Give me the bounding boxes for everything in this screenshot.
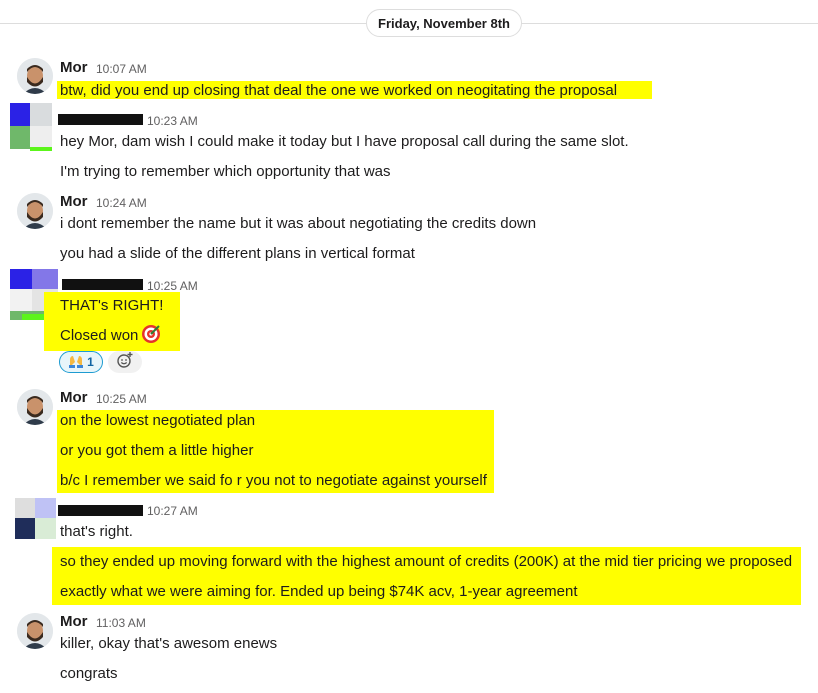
message-text: killer, okay that's awesom enews bbox=[60, 635, 278, 652]
timestamp[interactable]: 10:25 AM bbox=[147, 279, 198, 293]
author-name[interactable]: Mor bbox=[60, 59, 88, 76]
message-text: that's right. bbox=[60, 523, 133, 540]
reaction-pill[interactable]: 1 bbox=[59, 351, 103, 373]
author-name[interactable]: Mor bbox=[60, 389, 88, 406]
avatar[interactable] bbox=[17, 193, 53, 229]
timestamp[interactable]: 11:03 AM bbox=[96, 616, 146, 630]
redacted-author-name[interactable] bbox=[58, 505, 143, 516]
redacted-author-name[interactable] bbox=[62, 279, 143, 290]
message-text: I'm trying to remember which opportunity… bbox=[60, 163, 391, 180]
message-text: congrats bbox=[60, 665, 118, 682]
dart-emoji bbox=[141, 324, 161, 344]
message-text: THAT's RIGHT! bbox=[60, 297, 164, 314]
message-text: or you got them a little higher bbox=[60, 442, 254, 459]
add-reaction-button[interactable] bbox=[108, 351, 142, 373]
avatar[interactable] bbox=[15, 498, 56, 539]
timestamp[interactable]: 10:23 AM bbox=[147, 114, 198, 128]
message-text: i dont remember the name but it was abou… bbox=[60, 215, 537, 232]
raised-hands-icon bbox=[68, 354, 84, 371]
avatar[interactable] bbox=[17, 58, 53, 94]
avatar[interactable] bbox=[17, 389, 53, 425]
message-text: btw, did you end up closing that deal th… bbox=[60, 82, 618, 99]
avatar[interactable] bbox=[17, 613, 53, 649]
redacted-author-name[interactable] bbox=[58, 114, 143, 125]
add-emoji-icon bbox=[116, 351, 134, 374]
date-divider-pill[interactable]: Friday, November 8th bbox=[366, 9, 522, 37]
message-text: so they ended up moving forward with the… bbox=[60, 553, 793, 570]
author-name[interactable]: Mor bbox=[60, 613, 88, 630]
timestamp[interactable]: 10:25 AM bbox=[96, 392, 147, 406]
author-name[interactable]: Mor bbox=[60, 193, 88, 210]
message-text: Closed won bbox=[60, 327, 139, 344]
message-text: you had a slide of the different plans i… bbox=[60, 245, 415, 262]
message-text: exactly what we were aiming for. Ended u… bbox=[60, 583, 578, 600]
message-text: b/c I remember we said fo r you not to n… bbox=[60, 472, 487, 489]
reaction-count: 1 bbox=[87, 355, 94, 369]
message-text: on the lowest negotiated plan bbox=[60, 412, 256, 429]
avatar[interactable] bbox=[10, 103, 52, 151]
timestamp[interactable]: 10:07 AM bbox=[96, 62, 147, 76]
timestamp[interactable]: 10:27 AM bbox=[147, 504, 198, 518]
message-text: hey Mor, dam wish I could make it today … bbox=[60, 133, 629, 150]
timestamp[interactable]: 10:24 AM bbox=[96, 196, 147, 210]
